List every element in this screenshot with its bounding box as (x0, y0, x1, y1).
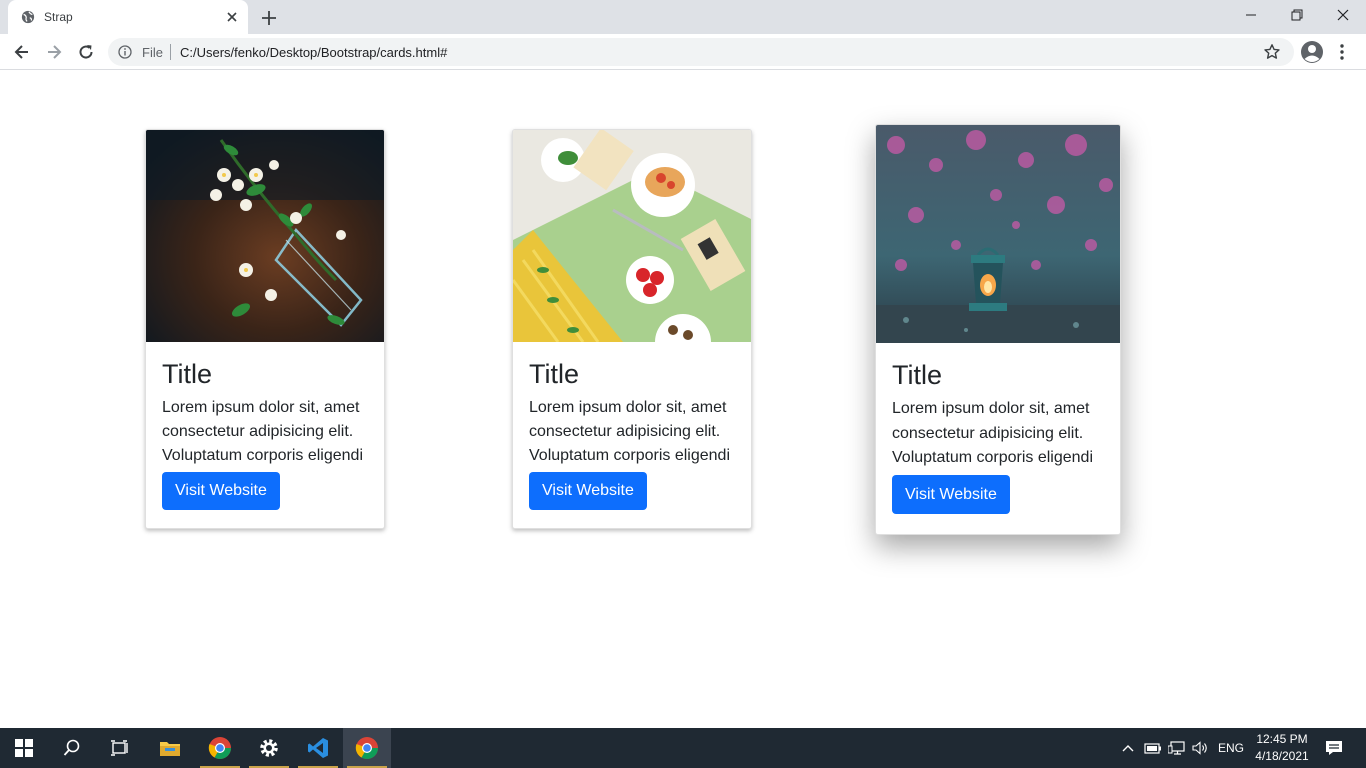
card-body: Title Lorem ipsum dolor sit, amet consec… (876, 343, 1120, 514)
card: Title Lorem ipsum dolor sit, amet consec… (875, 124, 1121, 535)
notification-icon (1326, 741, 1342, 755)
file-explorer-icon (160, 742, 180, 756)
chevron-up-icon (1122, 745, 1134, 752)
taskbar: ENG 12:45 PM 4/18/2021 (0, 728, 1366, 768)
close-window-button[interactable] (1320, 0, 1366, 30)
card-text: Lorem ipsum dolor sit, amet consectetur … (892, 400, 1094, 466)
settings-icon (260, 739, 278, 757)
card-text: Lorem ipsum dolor sit, amet consectetur … (529, 399, 731, 464)
show-hidden-icons-button[interactable] (1118, 728, 1138, 768)
chrome-icon (355, 737, 378, 759)
volume-tray-button[interactable] (1190, 728, 1212, 768)
battery-icon (1144, 743, 1161, 754)
kebab-dots (1340, 44, 1344, 60)
card-image-jasmine (146, 130, 384, 342)
card-title: Title (892, 360, 943, 390)
start-button[interactable] (0, 728, 48, 768)
globe-icon (21, 10, 35, 24)
speaker-icon (1192, 741, 1207, 755)
tab-strip: Strap (0, 0, 1366, 34)
restore-button[interactable] (1274, 0, 1320, 30)
card-image-lantern (876, 125, 1120, 343)
search-icon (63, 739, 80, 756)
vscode-taskbar-button[interactable] (294, 728, 342, 768)
card-title: Title (162, 359, 213, 389)
reload-icon (79, 45, 93, 59)
profile-icon[interactable] (1300, 40, 1324, 64)
settings-taskbar-button[interactable] (245, 728, 293, 768)
input-language-button[interactable]: ENG (1214, 728, 1248, 768)
pasta-tomatoes-flatlay-photo (513, 130, 751, 342)
card-body: Title Lorem ipsum dolor sit, amet consec… (146, 342, 384, 510)
language-indicator: ENG (1217, 741, 1244, 755)
task-view-button[interactable] (96, 728, 144, 768)
chrome-icon (208, 737, 231, 759)
jasmine-flowers-glass-photo (146, 130, 384, 342)
card: Title Lorem ipsum dolor sit, amet consec… (145, 129, 385, 529)
star-icon[interactable] (1263, 43, 1281, 61)
forward-icon (48, 45, 62, 59)
url-text[interactable]: C:/Users/fenko/Desktop/Bootstrap/cards.h… (180, 45, 447, 60)
close-icon[interactable] (224, 9, 240, 25)
card-title: Title (529, 359, 580, 389)
task-view-icon (111, 740, 128, 756)
back-icon (14, 45, 28, 59)
restore-icon (1291, 9, 1303, 21)
clock-time: 12:45 PM (1256, 732, 1308, 746)
clock[interactable]: 12:45 PM 4/18/2021 (1250, 731, 1314, 765)
page-content: Title Lorem ipsum dolor sit, amet consec… (0, 71, 1366, 728)
network-tray-button[interactable] (1166, 728, 1188, 768)
network-icon (1168, 741, 1185, 755)
visit-website-button[interactable]: Visit Website (529, 472, 647, 510)
card-body: Title Lorem ipsum dolor sit, amet consec… (513, 342, 751, 510)
chrome-active-taskbar-button[interactable] (343, 728, 391, 768)
windows-start-icon (15, 739, 33, 757)
browser-toolbar: File C:/Users/fenko/Desktop/Bootstrap/ca… (0, 34, 1366, 70)
forward-button[interactable] (42, 40, 66, 64)
plus-icon[interactable] (258, 7, 280, 29)
more-icon[interactable] (1334, 40, 1350, 64)
address-bar[interactable]: File C:/Users/fenko/Desktop/Bootstrap/ca… (108, 38, 1294, 66)
card-text: Lorem ipsum dolor sit, amet consectetur … (162, 399, 364, 464)
file-explorer-button[interactable] (146, 728, 194, 768)
minimize-icon (1246, 14, 1256, 16)
browser-tab[interactable]: Strap (8, 0, 248, 34)
reload-button[interactable] (74, 40, 98, 64)
card: Title Lorem ipsum dolor sit, amet consec… (512, 129, 752, 529)
battery-tray-button[interactable] (1142, 728, 1164, 768)
minimize-button[interactable] (1228, 0, 1274, 30)
visit-website-button[interactable]: Visit Website (162, 472, 280, 510)
chrome-taskbar-button[interactable] (196, 728, 244, 768)
scheme-label: File (142, 45, 163, 60)
card-image-pasta (513, 130, 751, 342)
vscode-icon (308, 738, 328, 758)
back-button[interactable] (10, 40, 34, 64)
info-icon[interactable] (118, 45, 132, 59)
tab-title: Strap (44, 10, 73, 24)
omnibox-separator (170, 44, 171, 60)
close-window-icon (1337, 9, 1349, 21)
clock-date: 4/18/2021 (1255, 749, 1309, 763)
action-center-button[interactable] (1320, 728, 1348, 768)
search-button[interactable] (48, 728, 96, 768)
lantern-pink-blossoms-photo (876, 125, 1120, 343)
visit-website-button[interactable]: Visit Website (892, 474, 1010, 514)
